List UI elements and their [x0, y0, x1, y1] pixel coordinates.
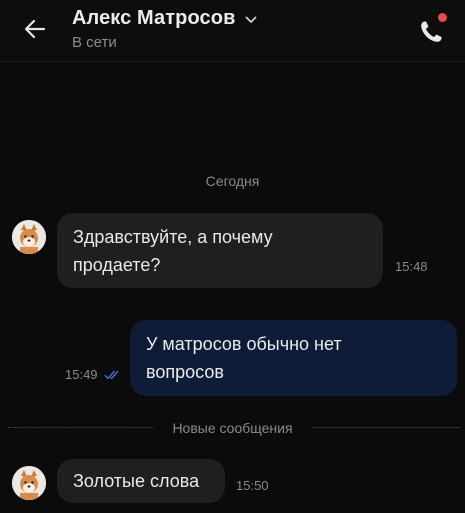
new-messages-separator: Новые сообщения [0, 418, 465, 438]
message-text-line: Здравствуйте, а почему [73, 227, 273, 247]
message-text-line: У матросов обычно нет [146, 334, 342, 354]
message-bubble-outgoing[interactable]: У матросов обычно нет вопросов [130, 320, 457, 396]
dog-avatar-icon [12, 220, 46, 254]
message-text-line: продаете? [73, 255, 161, 275]
read-checkmarks-icon [104, 370, 119, 380]
contact-avatar[interactable] [12, 220, 46, 254]
message-time: 15:49 [65, 367, 98, 382]
call-button[interactable] [414, 12, 450, 48]
chat-screen: Алекс Матросов В сети Сегодня Здравствуй… [0, 0, 465, 513]
chevron-down-icon [245, 16, 257, 23]
date-separator: Сегодня [205, 173, 260, 189]
dog-avatar-icon [12, 466, 46, 500]
message-bubble-incoming[interactable]: Золотые слова [57, 459, 225, 503]
online-status: В сети [72, 34, 117, 51]
message-time: 15:50 [236, 478, 269, 493]
new-messages-label: Новые сообщения [164, 420, 301, 436]
message-text-line: вопросов [146, 362, 224, 382]
message-text-line: Золотые слова [73, 471, 200, 491]
back-button[interactable] [18, 12, 52, 46]
message-bubble-incoming[interactable]: Здравствуйте, а почему продаете? [57, 213, 383, 288]
message-time: 15:48 [395, 259, 428, 274]
chat-header: Алекс Матросов В сети [0, 0, 465, 62]
arrow-left-icon [24, 19, 46, 39]
contact-name: Алекс Матросов [72, 7, 236, 29]
notification-dot [438, 13, 447, 22]
contact-title[interactable]: Алекс Матросов В сети [72, 7, 257, 51]
contact-avatar[interactable] [12, 466, 46, 500]
